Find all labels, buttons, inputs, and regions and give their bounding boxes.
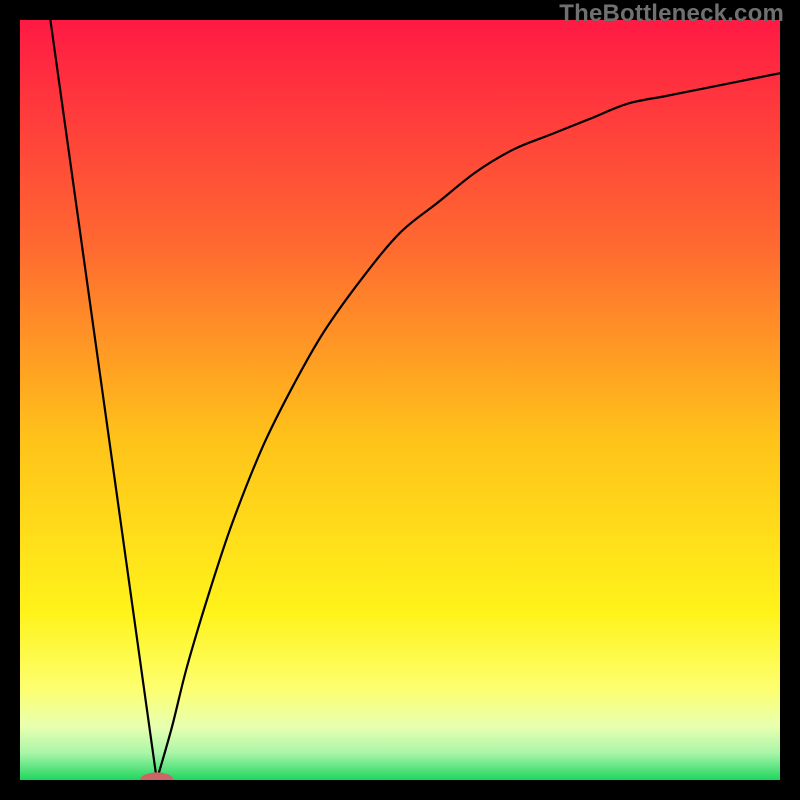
plot-area [20,20,780,780]
gradient-background [20,20,780,780]
watermark-text: TheBottleneck.com [559,0,784,28]
chart-svg [20,20,780,780]
chart-container: TheBottleneck.com [0,0,800,800]
